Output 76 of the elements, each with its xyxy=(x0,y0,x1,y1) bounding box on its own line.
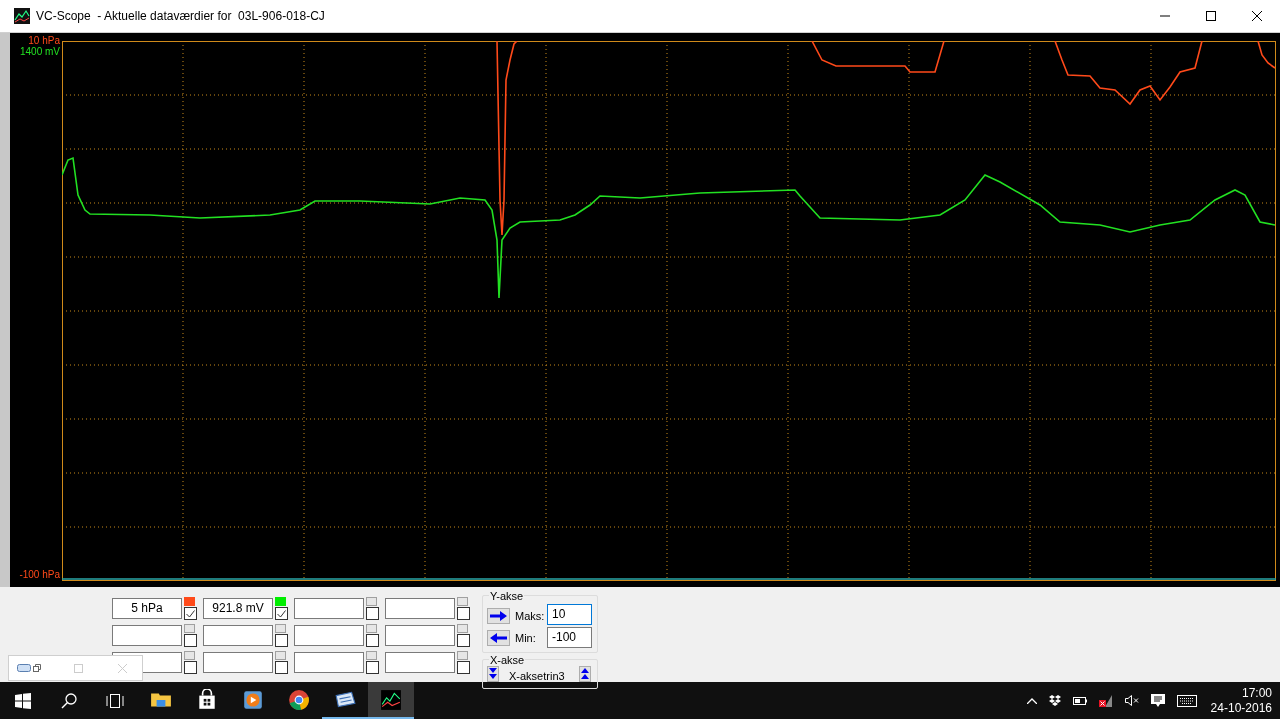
color-swatch xyxy=(275,624,286,633)
value-field: 921.8 mV xyxy=(203,598,273,619)
checkbox[interactable] xyxy=(275,607,288,620)
color-swatch xyxy=(366,597,377,606)
clock[interactable]: 17:00 24-10-2016 xyxy=(1208,685,1272,716)
value-field xyxy=(385,652,455,673)
task-view-icon xyxy=(106,693,124,708)
checkbox[interactable] xyxy=(366,661,379,674)
maximize-icon xyxy=(1206,11,1216,21)
left-arrow-icon xyxy=(490,633,507,643)
color-swatch xyxy=(457,651,468,660)
restore-icon[interactable] xyxy=(33,664,41,672)
value-field: 5 hPa xyxy=(112,598,182,619)
value-field xyxy=(294,625,364,646)
arrow-button[interactable] xyxy=(487,630,510,646)
double-down-arrow-icon xyxy=(489,668,497,680)
x-step-label: X-aksetrin3 xyxy=(509,670,565,682)
minimize-icon xyxy=(1160,15,1170,17)
play-icon xyxy=(242,688,264,711)
group-title: Y-akse xyxy=(489,590,525,602)
value-field xyxy=(385,625,455,646)
axis-label: -100 hPa xyxy=(19,569,60,580)
app-logo-icon xyxy=(14,8,30,24)
color-swatch xyxy=(457,597,468,606)
value-field xyxy=(385,598,455,619)
box-icon[interactable] xyxy=(1048,695,1061,706)
speaker-muted-icon[interactable] xyxy=(1124,695,1139,706)
color-swatch xyxy=(366,651,377,660)
group-title: X-akse xyxy=(489,654,526,666)
value-field xyxy=(203,625,273,646)
chevron-up-icon[interactable] xyxy=(1026,697,1037,704)
arrow-button[interactable] xyxy=(487,608,510,624)
value-field xyxy=(112,625,182,646)
value-field xyxy=(294,652,364,673)
search-icon xyxy=(61,692,77,709)
value-field xyxy=(203,652,273,673)
notification-icon[interactable] xyxy=(1150,693,1165,708)
value-field xyxy=(294,598,364,619)
color-swatch xyxy=(457,624,468,633)
waveform-icon xyxy=(380,688,402,711)
max-input[interactable]: 10 xyxy=(547,604,592,625)
checkbox[interactable] xyxy=(366,607,379,620)
browser-icon xyxy=(288,688,310,711)
app-logo-icon xyxy=(17,664,31,672)
color-swatch xyxy=(275,651,286,660)
double-up-arrow-icon xyxy=(581,668,589,680)
checkbox[interactable] xyxy=(275,634,288,647)
up-button[interactable] xyxy=(579,666,591,682)
axis-label: 10 hPa xyxy=(28,35,60,46)
battery-icon[interactable] xyxy=(1072,696,1087,705)
color-swatch xyxy=(366,624,377,633)
color-swatch xyxy=(184,651,195,660)
field-label: Min: xyxy=(515,632,536,644)
check-icon xyxy=(186,609,195,618)
down-button[interactable] xyxy=(487,666,499,682)
checkbox[interactable] xyxy=(366,634,379,647)
check-icon xyxy=(277,609,286,618)
right-arrow-icon xyxy=(490,611,507,621)
windows-logo-icon xyxy=(15,692,31,709)
min-input[interactable]: -100 xyxy=(547,627,592,648)
checkbox[interactable] xyxy=(275,661,288,674)
window-title: VC-Scope - Aktuelle dataværdier for 03L-906-018-CJ xyxy=(36,8,325,25)
checkbox[interactable] xyxy=(184,634,197,647)
shopping-bag-icon xyxy=(196,688,218,711)
color-swatch xyxy=(184,624,195,633)
wifi-error-icon[interactable] xyxy=(1098,694,1113,707)
checkbox[interactable] xyxy=(457,634,470,647)
close-icon xyxy=(1252,11,1262,21)
taskbar-app-button[interactable] xyxy=(368,682,414,719)
keyboard-icon[interactable] xyxy=(1176,694,1197,707)
axis-label: 1400 mV xyxy=(19,46,60,57)
checkbox[interactable] xyxy=(457,607,470,620)
field-label: Maks: xyxy=(515,610,545,622)
checkbox[interactable] xyxy=(457,661,470,674)
checkbox[interactable] xyxy=(184,607,197,620)
checkbox[interactable] xyxy=(184,661,197,674)
